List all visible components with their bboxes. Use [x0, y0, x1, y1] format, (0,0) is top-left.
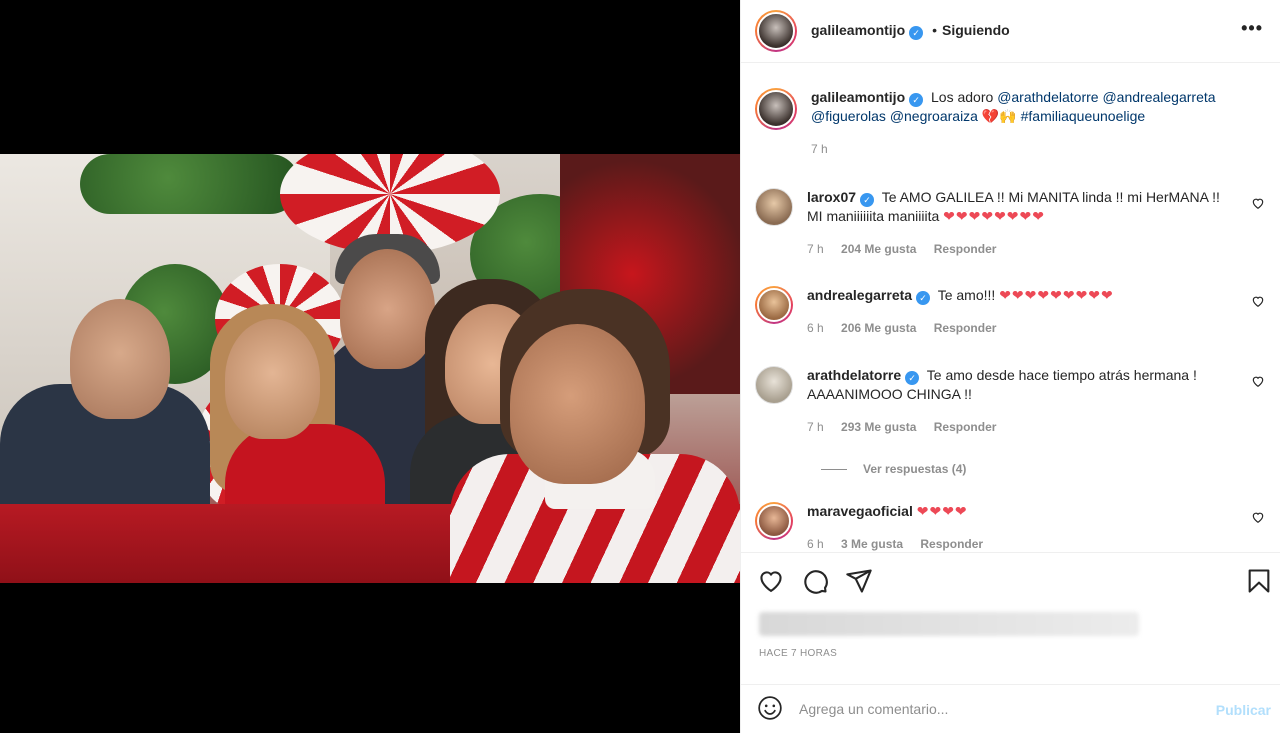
comments-list[interactable]: galileamontijo ✓ Los adoro @arathdelatorr… [741, 64, 1280, 552]
post-header: galileamontijo ✓ • Siguiendo ••• [741, 0, 1280, 63]
comment-input[interactable] [799, 701, 1199, 717]
emoji-icon[interactable] [757, 695, 783, 724]
comment-like-icon[interactable] [1251, 510, 1265, 527]
comment-username[interactable]: andrealegarreta [807, 287, 912, 303]
post-timestamp[interactable]: HACE 7 HORAS [759, 648, 837, 659]
verified-badge-icon: ✓ [905, 371, 920, 385]
comment-item: maravegaoficial ❤❤❤❤ 6 h 3 Me gusta Resp… [755, 502, 1265, 552]
reply-button[interactable]: Responder [920, 537, 983, 551]
heart-icon[interactable] [757, 567, 785, 595]
comment-meta: 6 h 206 Me gusta Responder [807, 319, 1227, 338]
comment-likes[interactable]: 3 Me gusta [841, 537, 903, 551]
caption-text: Los adoro [931, 89, 994, 105]
caption-time[interactable]: 7 h [811, 142, 828, 156]
comment-meta: 6 h 3 Me gusta Responder [807, 535, 1227, 552]
comment-time[interactable]: 7 h [807, 242, 824, 256]
reply-button[interactable]: Responder [934, 321, 997, 335]
comment-like-icon[interactable] [1251, 374, 1265, 391]
author-avatar[interactable] [755, 10, 797, 52]
verified-badge-icon: ✓ [909, 93, 924, 107]
caption: galileamontijo ✓ Los adoro @arathdelatorr… [755, 88, 1265, 159]
comment-avatar[interactable] [755, 188, 793, 226]
instagram-post-dialog: galileamontijo ✓ • Siguiendo ••• galileamon… [0, 0, 1280, 733]
comment-time[interactable]: 6 h [807, 537, 824, 551]
comment-meta: 7 h 293 Me gusta Responder [807, 418, 1227, 437]
post-media-area [0, 0, 740, 733]
verified-badge-icon: ✓ [860, 193, 875, 207]
comment-hearts: ❤❤❤❤ [916, 503, 968, 519]
comment-like-icon[interactable] [1251, 294, 1265, 311]
separator-dot: • [932, 22, 938, 38]
caption-emoji: 💔🙌 [981, 108, 1017, 124]
comment-avatar[interactable] [755, 366, 793, 404]
verified-badge-icon: ✓ [909, 26, 924, 40]
comment-meta: 7 h 204 Me gusta Responder [807, 240, 1227, 259]
comment-hearts: ❤❤❤❤❤❤❤❤❤ [999, 287, 1114, 303]
more-options-icon[interactable]: ••• [1241, 18, 1263, 39]
bookmark-icon[interactable] [1245, 567, 1273, 595]
comment-username[interactable]: maravegaoficial [807, 503, 913, 519]
comment-likes[interactable]: 206 Me gusta [841, 321, 916, 335]
add-comment-bar: Publicar [741, 684, 1280, 733]
comment-item: andrealegarreta ✓ Te amo!!! ❤❤❤❤❤❤❤❤❤ 6 h… [755, 286, 1265, 338]
reply-button[interactable]: Responder [934, 420, 997, 434]
comment-time[interactable]: 7 h [807, 420, 824, 434]
post-photo[interactable] [0, 154, 740, 583]
author-username[interactable]: galileamontijo [811, 22, 905, 38]
comment-body: larox07 ✓ Te AMO GALILEA !! Mi MANITA lin… [807, 188, 1227, 259]
caption-avatar[interactable] [755, 88, 797, 130]
comment-body: arathdelatorre ✓ Te amo desde hace tiempo… [807, 366, 1227, 437]
caption-body: galileamontijo ✓ Los adoro @arathdelatorr… [811, 88, 1231, 159]
caption-username[interactable]: galileamontijo [811, 89, 905, 105]
mention-link[interactable]: @arathdelatorre [997, 89, 1098, 105]
comment-username[interactable]: arathdelatorre [807, 367, 901, 383]
comment-time[interactable]: 6 h [807, 321, 824, 335]
comment-username[interactable]: larox07 [807, 189, 856, 205]
comment-text: Te amo!!! [937, 287, 996, 303]
comment-item: larox07 ✓ Te AMO GALILEA !! Mi MANITA lin… [755, 188, 1265, 259]
comment-like-icon[interactable] [1251, 196, 1265, 213]
comment-avatar[interactable] [755, 502, 793, 540]
reply-button[interactable]: Responder [934, 242, 997, 256]
comment-body: maravegaoficial ❤❤❤❤ 6 h 3 Me gusta Resp… [807, 502, 1227, 552]
mention-link[interactable]: @figuerolas [811, 108, 886, 124]
replies-line [821, 468, 847, 470]
following-button[interactable]: Siguiendo [942, 22, 1010, 38]
caption-meta: 7 h [811, 140, 1231, 159]
view-replies-button[interactable]: Ver respuestas (4) [821, 462, 966, 476]
hashtag-link[interactable]: #familiaqueunoelige [1021, 108, 1146, 124]
publish-button[interactable]: Publicar [1216, 702, 1271, 718]
post-sidebar: galileamontijo ✓ • Siguiendo ••• galileamon… [740, 0, 1280, 733]
mention-link[interactable]: @negroaraiza [890, 108, 978, 124]
likes-summary-blurred[interactable] [759, 612, 1139, 636]
comment-icon[interactable] [801, 567, 829, 595]
comment-hearts: ❤❤❤❤❤❤❤❤ [943, 208, 1045, 224]
comment-likes[interactable]: 293 Me gusta [841, 420, 916, 434]
comment-item: arathdelatorre ✓ Te amo desde hace tiempo… [755, 366, 1265, 437]
author-info: galileamontijo ✓ • Siguiendo [811, 22, 1010, 40]
view-replies-label: Ver respuestas (4) [863, 462, 967, 476]
comment-likes[interactable]: 204 Me gusta [841, 242, 916, 256]
action-bar [741, 552, 1280, 612]
comment-avatar[interactable] [755, 286, 793, 324]
paper-plane-icon[interactable] [845, 567, 873, 595]
verified-badge-icon: ✓ [916, 291, 931, 305]
comment-body: andrealegarreta ✓ Te amo!!! ❤❤❤❤❤❤❤❤❤ 6 h… [807, 286, 1227, 338]
mention-link[interactable]: @andrealegarreta [1102, 89, 1215, 105]
